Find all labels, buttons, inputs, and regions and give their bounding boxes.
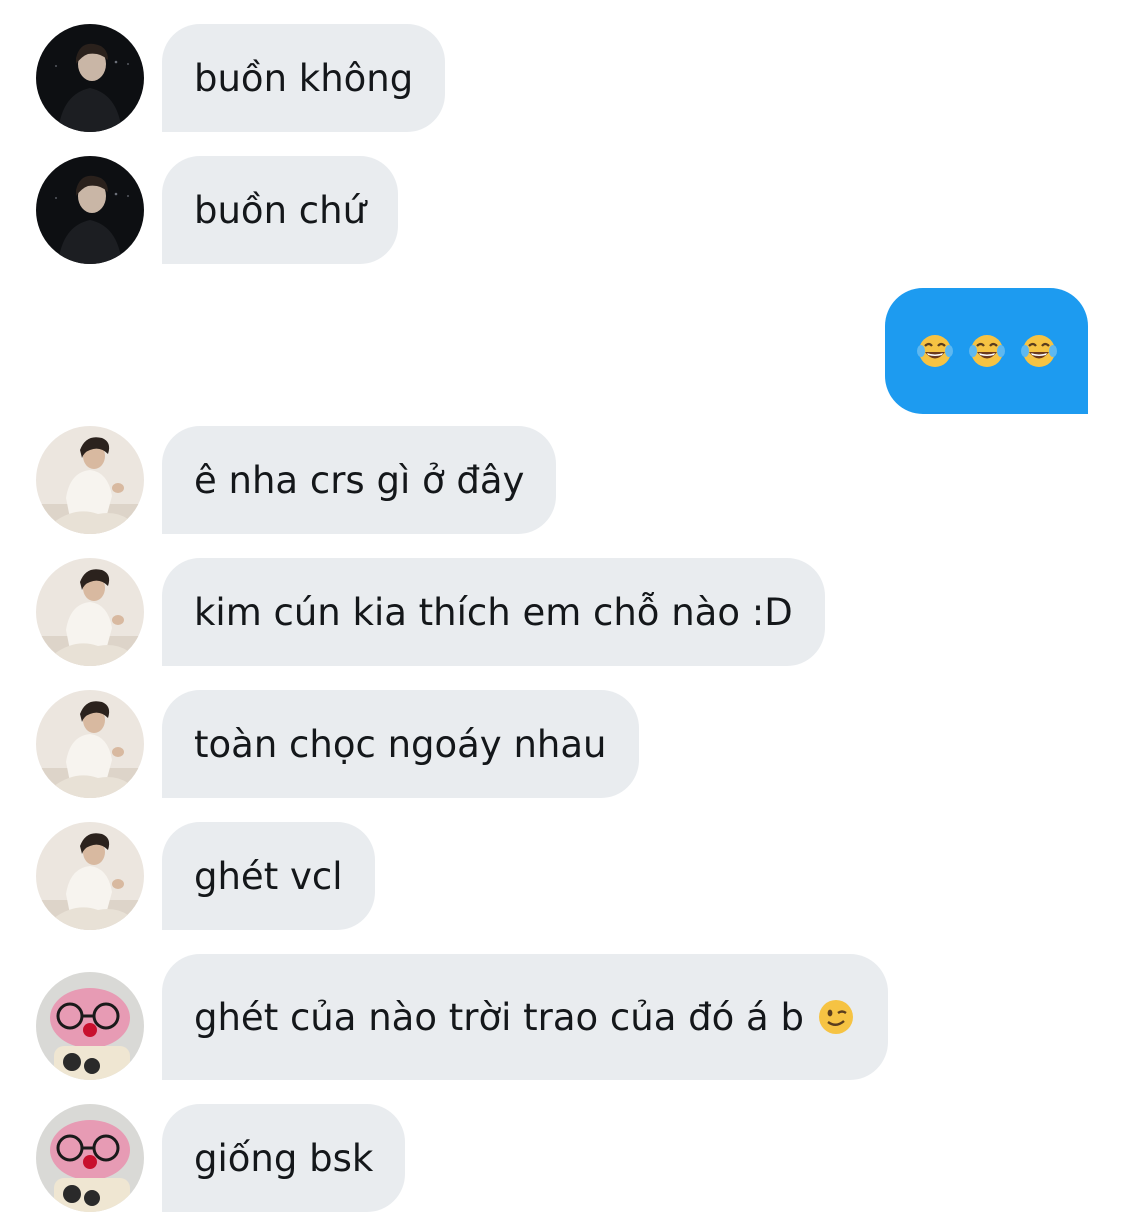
message-row: toàn chọc ngoáy nhau [0,690,1125,798]
message-text: ghét của nào trời trao của đó á b [194,995,804,1039]
face-with-tears-of-joy-icon [915,331,955,372]
incoming-message-bubble[interactable]: ê nha crs gì ở đây [162,426,557,534]
message-text: buồn không [194,56,414,100]
message-row: buồn chứ [0,156,1125,264]
avatar-dark-portrait[interactable] [36,24,144,132]
message-row: 😂😂😂 [0,288,1125,414]
avatar-white-outfit[interactable] [36,822,144,930]
incoming-message-bubble[interactable]: ghét vcl [162,822,375,930]
avatar-white-outfit[interactable] [36,690,144,798]
message-row: buồn không [0,24,1125,132]
outgoing-message-bubble[interactable]: 😂😂😂 [885,288,1088,414]
avatar-pink-plush[interactable] [36,1104,144,1212]
incoming-message-bubble[interactable]: ghét của nào trời trao của đó á b 😉 [162,954,888,1080]
message-row: ê nha crs gì ở đây [0,426,1125,534]
incoming-message-bubble[interactable]: buồn chứ [162,156,399,264]
face-with-tears-of-joy-icon [967,331,1007,372]
message-text: kim cún kia thích em chỗ nào :D [194,590,793,634]
avatar-pink-plush[interactable] [36,972,144,1080]
message-text: ghét vcl [194,854,343,898]
incoming-message-bubble[interactable]: buồn không [162,24,446,132]
incoming-message-bubble[interactable]: giống bsk [162,1104,406,1212]
avatar-white-outfit[interactable] [36,426,144,534]
message-row: ghét vcl [0,822,1125,930]
incoming-message-bubble[interactable]: toàn chọc ngoáy nhau [162,690,639,798]
message-row: ghét của nào trời trao của đó á b 😉 [0,954,1125,1080]
message-text: buồn chứ [194,188,367,232]
message-row: giống bsk [0,1104,1125,1212]
message-text: giống bsk [194,1136,374,1180]
message-text: toàn chọc ngoáy nhau [194,722,607,766]
message-text: ê nha crs gì ở đây [194,458,525,502]
winking-face-icon [816,997,856,1038]
incoming-message-bubble[interactable]: kim cún kia thích em chỗ nào :D [162,558,825,666]
face-with-tears-of-joy-icon [1019,331,1059,372]
avatar-white-outfit[interactable] [36,558,144,666]
message-row: kim cún kia thích em chỗ nào :D [0,558,1125,666]
avatar-dark-portrait[interactable] [36,156,144,264]
